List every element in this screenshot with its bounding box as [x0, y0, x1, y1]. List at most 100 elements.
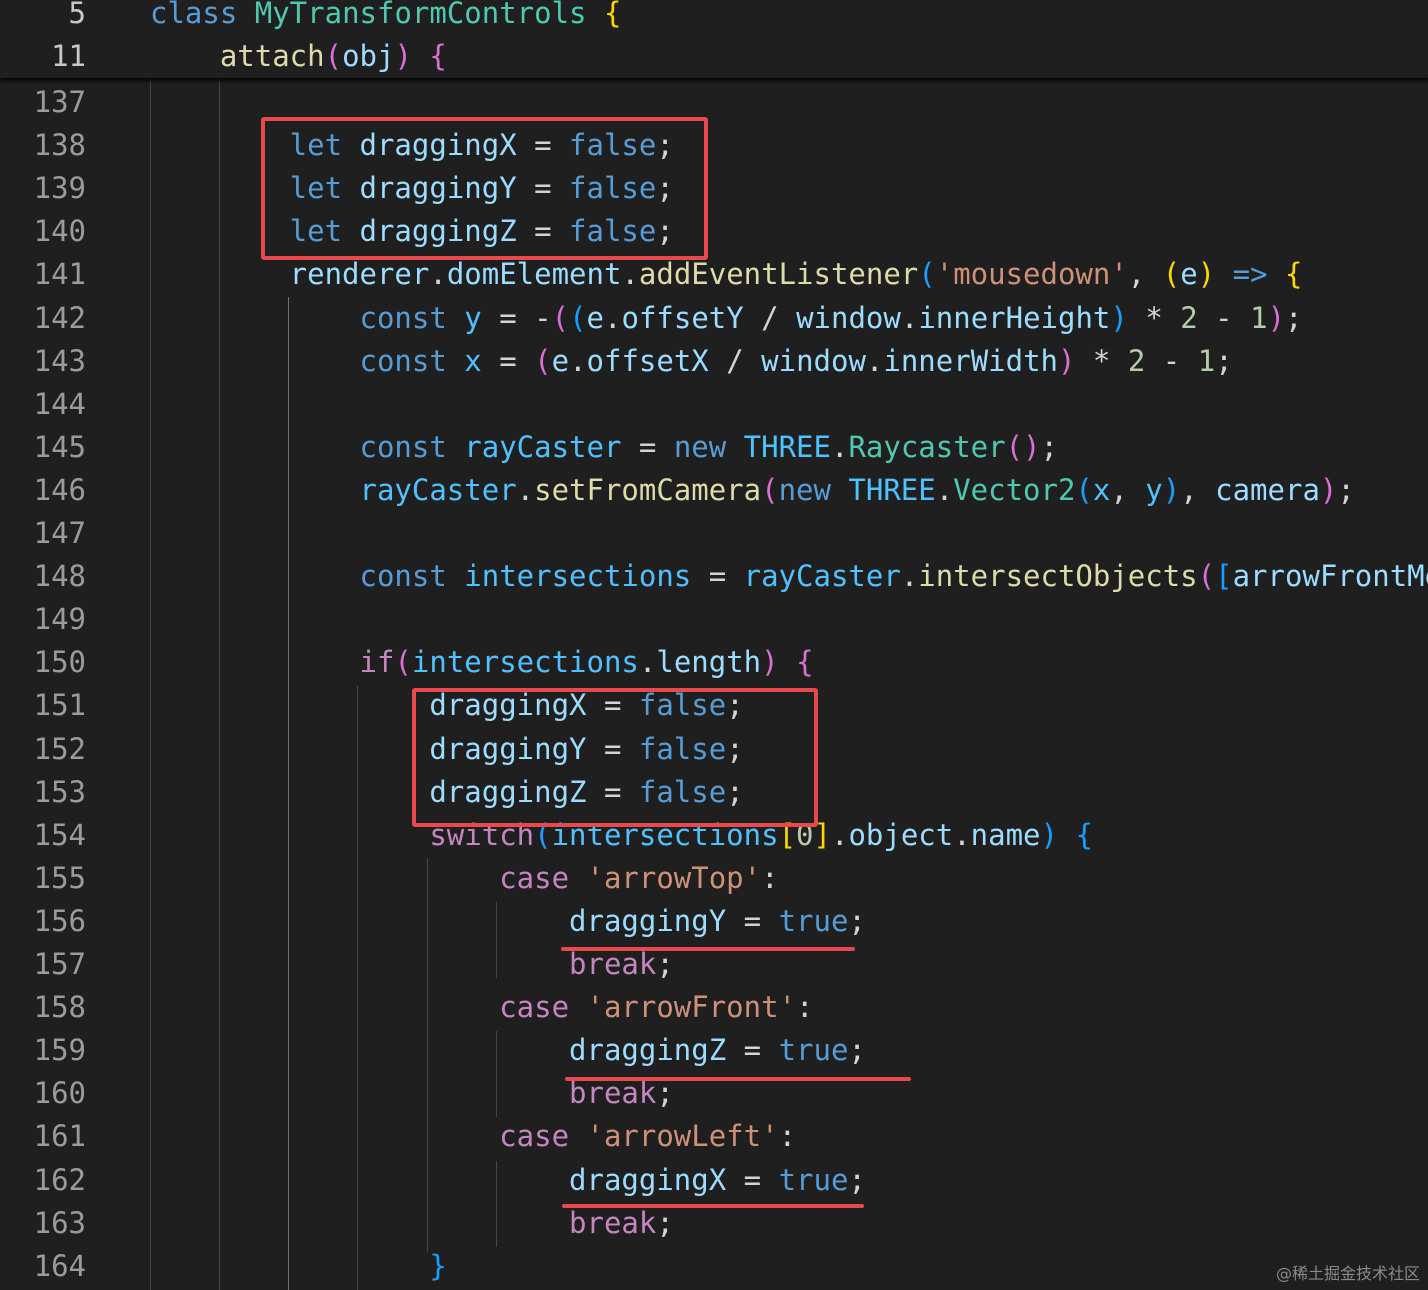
line-number: 137 — [33, 85, 86, 119]
code-line[interactable]: 158 case 'arrowFront': — [0, 986, 1428, 1029]
code-token: true — [778, 1162, 849, 1197]
code-line[interactable]: 138 let draggingX = false; — [0, 124, 1428, 167]
code-token: => — [1232, 257, 1268, 292]
code-token: ( — [394, 645, 412, 680]
code-text: draggingX = true; — [150, 1159, 866, 1202]
code-line[interactable]: 144 — [0, 383, 1428, 426]
code-token: } — [429, 1248, 447, 1283]
code-token: name — [970, 817, 1041, 852]
code-line[interactable]: 164 } — [0, 1245, 1428, 1288]
sticky-scroll-header[interactable]: 5 class MyTransformControls {11 attach(ob… — [0, 0, 1428, 78]
code-token: . — [638, 645, 657, 680]
line-number: 163 — [33, 1205, 86, 1240]
code-token: Vector2 — [953, 472, 1076, 507]
indent-guide — [496, 902, 497, 978]
code-token: ; — [656, 1076, 674, 1111]
code-text: case 'arrowTop': — [150, 857, 778, 900]
indent-guide — [219, 78, 220, 1290]
code-token: arrowFrontMe — [1232, 559, 1428, 594]
annotation-box-declarations — [261, 117, 708, 260]
indent-guide-active — [288, 297, 289, 1290]
annotation-box-resets — [412, 688, 818, 827]
code-line[interactable]: 155 case 'arrowTop': — [0, 857, 1428, 900]
code-token: 'mousedown' — [935, 257, 1128, 292]
code-line[interactable]: 11 attach(obj) { — [0, 35, 1428, 78]
code-token: ) — [1197, 257, 1216, 292]
code-token: addEventListener — [638, 257, 919, 292]
code-line[interactable]: 140 let draggingZ = false; — [0, 210, 1428, 253]
code-line[interactable]: 156 draggingY = true; — [0, 900, 1428, 943]
code-text: if(intersections.length) { — [150, 641, 814, 684]
code-token: break — [150, 947, 657, 981]
code-token: * — [1127, 300, 1181, 335]
code-line[interactable]: 159 draggingZ = true; — [0, 1029, 1428, 1072]
code-token: ( — [324, 39, 343, 74]
code-line[interactable]: 162 draggingX = true; — [0, 1159, 1428, 1202]
code-line[interactable]: 146 rayCaster.setFromCamera(new THREE.Ve… — [0, 469, 1428, 512]
code-token: - — [1197, 300, 1251, 335]
code-token: e — [586, 300, 605, 335]
code-token: x — [1092, 472, 1111, 507]
code-line[interactable]: 145 const rayCaster = new THREE.Raycaste… — [0, 426, 1428, 469]
code-token: rayCaster — [464, 429, 622, 464]
code-token: renderer — [150, 257, 430, 292]
code-token: = — [481, 300, 535, 335]
code-token: ( — [1075, 472, 1093, 507]
code-line[interactable]: 161 case 'arrowLeft': — [0, 1115, 1428, 1158]
code-token: = — [621, 429, 674, 464]
code-editor[interactable]: 137 138 let draggingX = false; 139 let dra… — [0, 0, 1428, 1290]
code-token: setFromCamera — [534, 472, 762, 507]
code-text: const x = (e.offsetX / window.innerWidth… — [150, 340, 1233, 383]
code-line[interactable]: 148 const intersections = rayCaster.inte… — [0, 555, 1428, 598]
code-token: . — [953, 817, 971, 852]
code-line[interactable]: 147 — [0, 512, 1428, 555]
code-token: ) — [1267, 300, 1286, 335]
code-token: ) — [1162, 472, 1181, 507]
code-text: draggingZ = true; — [150, 1029, 866, 1072]
code-line[interactable]: 150 if(intersections.length) { — [0, 641, 1428, 684]
code-line[interactable]: 137 — [0, 81, 1428, 124]
code-token: new — [673, 429, 744, 464]
line-number: 155 — [33, 860, 86, 895]
line-number: 160 — [33, 1076, 86, 1111]
code-token: x — [464, 343, 482, 378]
code-token: - — [1145, 343, 1198, 378]
code-token: 'arrowFront' — [586, 990, 797, 1025]
line-number: 162 — [33, 1162, 86, 1197]
code-token: . — [865, 343, 884, 378]
line-number: 140 — [33, 214, 86, 249]
code-line[interactable]: 142 const y = -((e.offsetY / window.inne… — [0, 297, 1428, 340]
code-area[interactable]: 137 138 let draggingX = false; 139 let dra… — [0, 0, 1428, 1290]
code-token: attach — [150, 39, 325, 74]
line-number: 144 — [33, 386, 86, 421]
code-text: break; — [150, 1202, 674, 1245]
code-line[interactable]: 143 const x = (e.offsetX / window.innerW… — [0, 340, 1428, 383]
code-token: . — [604, 300, 622, 335]
code-token: ; — [848, 903, 866, 938]
line-number: 146 — [33, 472, 86, 507]
code-line[interactable]: 141 renderer.domElement.addEventListener… — [0, 253, 1428, 296]
indent-guide — [427, 858, 428, 1252]
line-number: 153 — [33, 774, 86, 809]
code-token: ) — [394, 39, 412, 74]
code-line[interactable]: 163 break; — [0, 1202, 1428, 1245]
annotation-underline-dragging-x — [562, 1204, 864, 1208]
code-token: 'arrowTop' — [586, 860, 762, 895]
code-line[interactable]: 139 let draggingY = false; — [0, 167, 1428, 210]
code-token: const — [150, 300, 465, 335]
code-line[interactable]: 5 class MyTransformControls { — [0, 0, 1428, 35]
line-number: 138 — [33, 128, 86, 163]
code-token: const — [150, 429, 465, 464]
line-number: 145 — [33, 429, 86, 464]
code-text: case 'arrowLeft': — [150, 1115, 796, 1158]
code-line[interactable]: 149 — [0, 598, 1428, 641]
line-number: 161 — [33, 1119, 86, 1154]
code-text: draggingY = true; — [150, 900, 866, 943]
line-number: 142 — [33, 300, 86, 335]
code-token: . — [830, 429, 849, 464]
code-token: { — [796, 645, 814, 680]
code-token: , — [1127, 257, 1163, 292]
code-token: Raycaster — [848, 429, 1006, 464]
